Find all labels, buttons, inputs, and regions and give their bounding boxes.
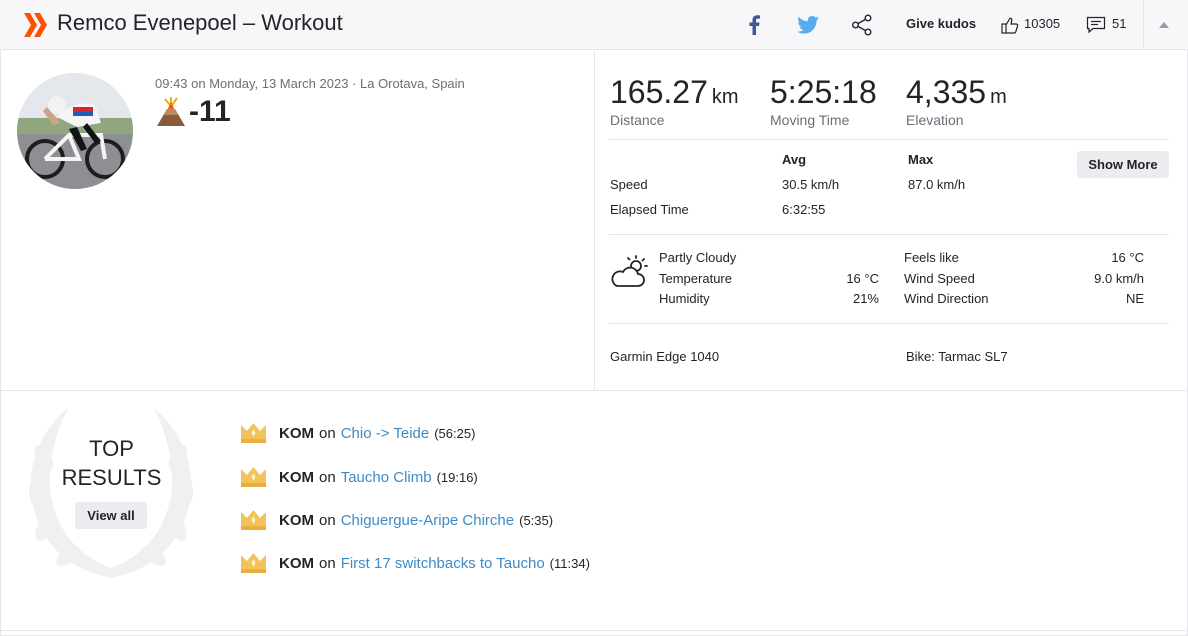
on-text: on xyxy=(319,424,336,442)
wind-direction-label: Wind Direction xyxy=(904,291,989,306)
max-header: Max xyxy=(908,152,934,167)
kom-crown-icon xyxy=(241,467,266,487)
device-name: Garmin Edge 1040 xyxy=(610,349,720,364)
weather-condition: Partly Cloudy xyxy=(659,250,737,265)
elevation-label: Elevation xyxy=(906,112,964,128)
section-divider xyxy=(0,390,1188,391)
avg-header: Avg xyxy=(782,152,807,167)
on-text: on xyxy=(319,511,336,529)
bike-name[interactable]: Bike: Tarmac SL7 xyxy=(906,349,1008,364)
share-icon[interactable] xyxy=(850,13,874,37)
segment-link[interactable]: Taucho Climb xyxy=(341,469,432,486)
kom-badge: KOM xyxy=(279,424,314,442)
thumbs-up-icon[interactable] xyxy=(998,13,1022,37)
relative-effort-value: -11 xyxy=(189,95,231,128)
speed-label: Speed xyxy=(610,177,648,192)
volcano-icon xyxy=(157,97,185,126)
top-results-title: TOP RESULTS xyxy=(61,436,162,490)
on-text: on xyxy=(319,468,336,486)
achievement-item: KOM on Chiguergue-Aripe Chirche (5:35) xyxy=(240,508,553,532)
speed-avg: 30.5 km/h xyxy=(782,177,840,192)
segment-time: (19:16) xyxy=(436,469,478,485)
header-divider xyxy=(1143,0,1144,50)
segment-link[interactable]: Chio -> Teide xyxy=(341,425,430,442)
feels-like-value: 16 °C xyxy=(1111,250,1144,265)
kom-crown-icon xyxy=(241,510,266,530)
wind-speed-label: Wind Speed xyxy=(904,271,975,286)
temperature-value: 16 °C xyxy=(846,271,879,286)
activity-meta: 09:43 on Monday, 13 March 2023 · La Orot… xyxy=(155,76,465,91)
humidity-value: 21% xyxy=(852,291,879,306)
segment-time: (56:25) xyxy=(434,425,476,441)
kom-badge: KOM xyxy=(279,554,314,572)
achievement-item: KOM on First 17 switchbacks to Taucho (1… xyxy=(240,551,590,575)
segment-time: (5:35) xyxy=(519,512,554,528)
partly-cloudy-icon xyxy=(611,255,648,287)
comments-count[interactable]: 51 xyxy=(1112,16,1126,31)
achievement-item: KOM on Chio -> Teide (56:25) xyxy=(240,421,475,445)
page-title: Remco Evenepoel – Workout xyxy=(57,10,343,35)
moving-time-value: 5:25:18 xyxy=(770,74,877,110)
on-text: on xyxy=(319,554,336,572)
comment-icon[interactable] xyxy=(1084,13,1108,37)
card-bottom-border xyxy=(0,630,1188,631)
segment-link[interactable]: Chiguergue-Aripe Chirche xyxy=(341,512,514,529)
elevation-value: 4,335 m xyxy=(906,74,1007,110)
weather-divider-bottom xyxy=(609,323,1169,324)
feels-like-label: Feels like xyxy=(904,250,959,265)
achievement-item: KOM on Taucho Climb (19:16) xyxy=(240,465,478,489)
distance-label: Distance xyxy=(610,112,665,128)
kudos-count[interactable]: 10305 xyxy=(1024,16,1060,31)
strava-chevron-logo xyxy=(24,13,47,37)
elapsed-time-label: Elapsed Time xyxy=(610,202,689,217)
relative-effort: -11 xyxy=(155,95,231,129)
weather-divider-top xyxy=(609,234,1169,235)
caret-up-icon[interactable] xyxy=(1152,13,1176,37)
activity-header: Remco Evenepoel – Workout Give kudos 103… xyxy=(0,0,1188,50)
kom-crown-icon xyxy=(241,423,266,443)
elapsed-time-value: 6:32:55 xyxy=(782,202,826,217)
stats-divider xyxy=(609,139,1169,140)
temperature-label: Temperature xyxy=(659,271,732,286)
kom-badge: KOM xyxy=(279,468,314,486)
wind-direction-value: NE xyxy=(1125,291,1144,306)
panel-divider xyxy=(594,51,595,391)
moving-time-label: Moving Time xyxy=(770,112,850,128)
view-all-button[interactable]: View all xyxy=(75,502,147,529)
kom-badge: KOM xyxy=(279,511,314,529)
twitter-icon[interactable] xyxy=(796,13,820,37)
humidity-label: Humidity xyxy=(659,291,710,306)
show-more-button[interactable]: Show More xyxy=(1077,151,1169,178)
facebook-icon[interactable] xyxy=(742,13,766,37)
wind-speed-value: 9.0 km/h xyxy=(1094,271,1144,286)
speed-max: 87.0 km/h xyxy=(908,177,966,192)
give-kudos-button[interactable]: Give kudos xyxy=(906,16,976,31)
athlete-avatar[interactable] xyxy=(17,73,133,189)
distance-value: 165.27 km xyxy=(610,74,739,110)
segment-link[interactable]: First 17 switchbacks to Taucho xyxy=(341,555,545,572)
kom-crown-icon xyxy=(241,553,266,573)
segment-time: (11:34) xyxy=(549,555,590,571)
